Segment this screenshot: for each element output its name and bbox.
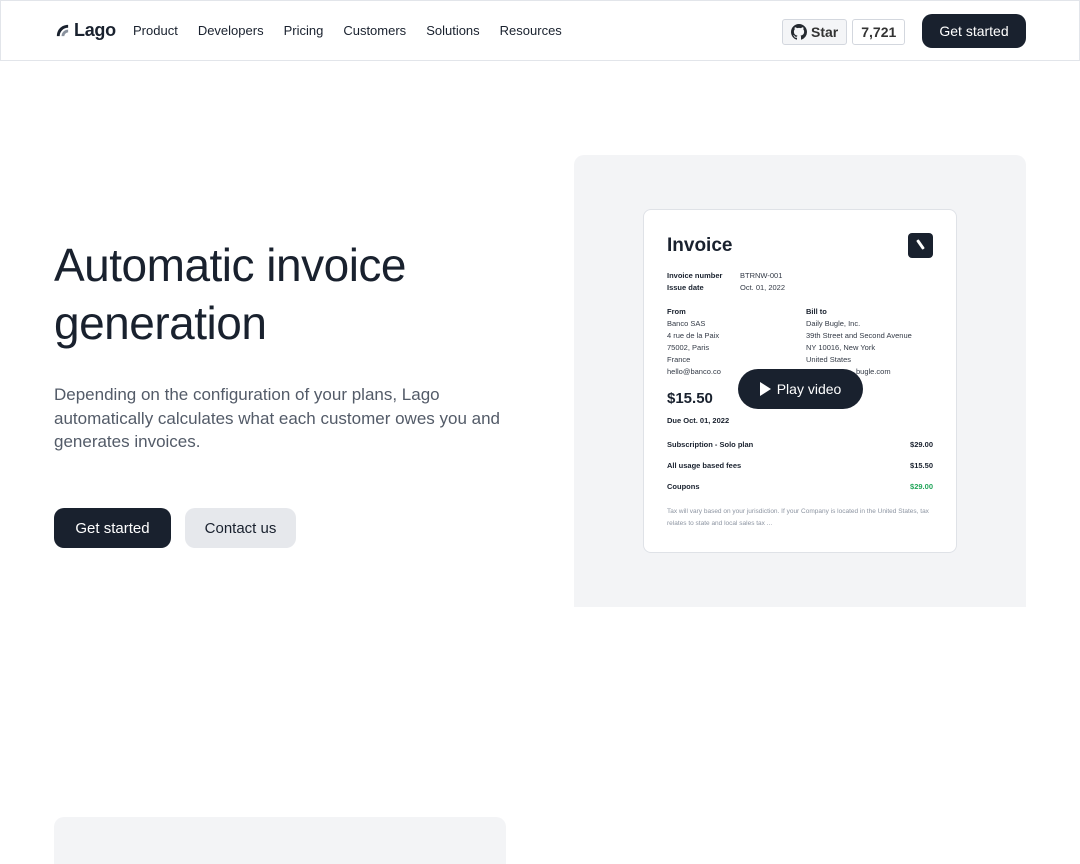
from-line: Banco SAS — [667, 319, 706, 328]
contact-us-button[interactable]: Contact us — [185, 508, 296, 548]
issue-date-value: Oct. 01, 2022 — [740, 283, 786, 292]
logo-text: Lago — [74, 20, 116, 40]
invoice-number-value: BTRNW-001 — [740, 271, 783, 280]
github-icon — [791, 24, 807, 40]
line-item-value: $15.50 — [910, 461, 933, 470]
play-video-button[interactable]: Play video — [738, 369, 863, 409]
invoice-line-item: All usage based fees $15.50 — [667, 461, 933, 470]
nav-link-developers[interactable]: Developers — [198, 23, 264, 38]
bill-to-line: United States — [806, 355, 852, 364]
bill-to-line: Daily Bugle, Inc. — [806, 319, 861, 328]
invoice-line-item: Coupons $29.00 — [667, 482, 933, 491]
github-star-widget: Star 7,721 — [782, 19, 906, 45]
nav-link-product[interactable]: Product — [133, 23, 178, 38]
nav-link-solutions[interactable]: Solutions — [426, 23, 479, 38]
play-video-label: Play video — [776, 381, 842, 397]
issue-date-label: Issue date — [667, 283, 704, 292]
invoice-visual-panel: Invoice Invoice number BTRNW-001 Issue d… — [574, 155, 1026, 607]
nav-link-resources[interactable]: Resources — [500, 23, 562, 38]
lago-logo-icon — [56, 24, 69, 37]
github-star-label: Star — [811, 24, 839, 40]
invoice-number-label: Invoice number — [667, 271, 723, 280]
bill-to-line: NY 10016, New York — [806, 343, 876, 352]
line-item-value: $29.00 — [910, 482, 933, 491]
get-started-button[interactable]: Get started — [54, 508, 171, 548]
line-item-value: $29.00 — [910, 440, 933, 449]
next-section-card — [54, 817, 506, 864]
from-line: hello@banco.co — [667, 367, 721, 376]
github-star-count[interactable]: 7,721 — [852, 19, 906, 45]
nav-link-customers[interactable]: Customers — [343, 23, 406, 38]
invoice-logo-icon — [908, 233, 933, 258]
invoice-amount: $15.50 — [667, 390, 713, 407]
hero-description: Depending on the configuration of your p… — [54, 385, 501, 451]
line-item-label: Subscription - Solo plan — [667, 440, 754, 449]
line-item-label: Coupons — [667, 482, 700, 491]
hero-title: Automatic invoice generation — [54, 239, 407, 349]
from-line: 4 rue de la Paix — [667, 331, 720, 340]
invoice-title: Invoice — [667, 235, 733, 256]
top-navigation: Lago Product Developers Pricing Customer… — [0, 0, 1080, 61]
nav-link-pricing[interactable]: Pricing — [284, 23, 324, 38]
line-item-label: All usage based fees — [667, 461, 742, 470]
bill-to-line: 39th Street and Second Avenue — [806, 331, 912, 340]
nav-links: Product Developers Pricing Customers Sol… — [133, 23, 562, 38]
github-star-button[interactable]: Star — [782, 19, 848, 45]
from-line: France — [667, 355, 691, 364]
invoice-line-item: Subscription - Solo plan $29.00 — [667, 440, 933, 449]
bill-to-label: Bill to — [806, 307, 827, 316]
from-label: From — [667, 307, 686, 316]
from-line: 75002, Paris — [667, 343, 710, 352]
play-icon — [759, 382, 771, 396]
invoice-tax-note: Tax will vary based on your jurisdiction… — [667, 508, 929, 527]
nav-get-started-button[interactable]: Get started — [922, 14, 1026, 48]
logo[interactable]: Lago — [55, 20, 116, 41]
invoice-due-date: Due Oct. 01, 2022 — [667, 416, 730, 425]
bill-to-line: bugle.com — [856, 367, 891, 376]
